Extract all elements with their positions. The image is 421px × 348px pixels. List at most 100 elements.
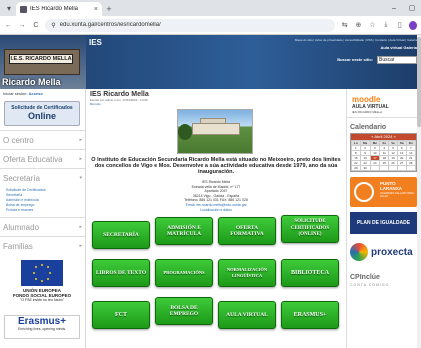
- cert-line2: Online: [27, 111, 56, 121]
- tab-title: IES Ricardo Mella: [30, 6, 79, 12]
- site-logo[interactable]: I.E.S. RICARDO MELLA Ricardo Mella: [0, 35, 86, 89]
- oferta-formativa-button[interactable]: OFERTA FORMATIVA: [218, 217, 276, 245]
- normalizacion-button[interactable]: NORMALIZACIÓN LINGÜÍSTICA: [218, 259, 276, 287]
- profile-avatar[interactable]: [409, 20, 418, 30]
- sidebar-item-label: Secretaría: [3, 173, 40, 183]
- photo-tree: [178, 124, 192, 140]
- fct-button[interactable]: FCT: [92, 301, 150, 329]
- sidebar-item-o-centro[interactable]: O centro ▸: [0, 130, 85, 149]
- cert-line1: Solicitude de Certificados: [11, 105, 73, 111]
- sidebar-item-label: Alumnado: [3, 222, 40, 232]
- webpage: I.E.S. RICARDO MELLA Ricardo Mella IES M…: [0, 35, 421, 348]
- translate-icon[interactable]: ⇆: [340, 21, 349, 29]
- chevron-right-icon: ▸: [79, 156, 82, 162]
- erasmus-banner[interactable]: Erasmus+ Enriching lives, opening minds.: [4, 315, 80, 339]
- intro-text: O Instituto de Educación Secundaria Rica…: [91, 157, 341, 175]
- zoom-icon[interactable]: ⊕: [354, 21, 363, 29]
- back-icon[interactable]: ←: [4, 22, 13, 29]
- libros-texto-button[interactable]: LIBROS DE TEXTO: [92, 259, 150, 287]
- sidebar-item-alumnado[interactable]: Alumnado ▸: [0, 217, 85, 236]
- calendar-heading: Calendario: [347, 117, 421, 133]
- logo-sign: I.E.S. RICARDO MELLA: [9, 54, 73, 64]
- blog-link[interactable]: Benvido: [87, 102, 345, 106]
- conta-comigo-label[interactable]: CONTA COMIGO: [347, 283, 421, 287]
- secretaria-submenu: Solicitude de Certificados Secretaría Ad…: [0, 187, 85, 217]
- maximize-icon[interactable]: ▢: [403, 4, 421, 12]
- contact-address: IES Ricardo Mella Estrada vella de Madri…: [137, 180, 295, 207]
- moodle-school: IES RICARDO MELLA: [352, 110, 383, 114]
- header-aula-links[interactable]: Aula virtual Galería: [381, 45, 417, 50]
- header-links[interactable]: Mapa do sitio | Aviso de privacidade | A…: [295, 38, 417, 42]
- punto-icon: [354, 182, 374, 202]
- calendar-week: 29 30: [351, 165, 417, 171]
- admision-matricula-button[interactable]: ADMISIÓN E MATRÍCULA: [155, 217, 213, 245]
- tab-active[interactable]: IES Ricardo Mella ×: [16, 2, 102, 16]
- browser-window: ▾ IES Ricardo Mella × + – ▢ ← → C ⚲ edu.…: [0, 0, 421, 348]
- proxecta-banner[interactable]: proxecta: [350, 240, 417, 264]
- sidepanel-icon[interactable]: ▯: [395, 21, 404, 29]
- calendar-day: [388, 165, 398, 171]
- punto-title: PUNTO LARANXA: [380, 181, 402, 191]
- url-field[interactable]: ⚲ edu.xunta.gal/centros/iesricardomella/: [45, 18, 336, 32]
- calendar-widget: « Abril 2024 » Lu Ma Mé Xo Ve Sá Do 1 2 3 4 5 6 7 8 9 10…: [350, 133, 417, 172]
- download-icon[interactable]: ⤓: [382, 21, 391, 29]
- scrollbar-thumb[interactable]: [417, 37, 421, 127]
- address-bar-row: ← → C ⚲ edu.xunta.gal/centros/iesricardo…: [0, 16, 421, 35]
- eu-fse-banner[interactable]: UNIÓN EUROPEA FONDO SOCIAL EUROPEO "O FS…: [4, 260, 80, 308]
- proxecta-logo-icon: [350, 243, 368, 261]
- secretaria-button[interactable]: SECRETARÍA: [92, 221, 150, 249]
- calendar-day: [369, 165, 381, 171]
- erasmus-title: Erasmus+: [17, 316, 67, 327]
- biblioteca-button[interactable]: BIBLIOTECA: [281, 259, 339, 287]
- proxecta-label: proxecta: [371, 246, 413, 258]
- programacions-button[interactable]: PROGRAMACIÓNS: [155, 259, 213, 287]
- sidebar-item-label: Familias: [3, 241, 33, 251]
- plan-igualdade-banner[interactable]: PLAN DE IGUALDADE: [350, 212, 417, 234]
- school-photo: [177, 109, 253, 154]
- calendar-day[interactable]: 30: [359, 165, 371, 171]
- logo-name: Ricardo Mella: [2, 77, 61, 87]
- punto-subtitle: UN ESPAZO CALLADO PARA FALAR: [380, 192, 414, 199]
- location-link[interactable]: Localización e datos: [137, 208, 295, 212]
- minimize-icon[interactable]: –: [385, 5, 403, 12]
- eu-flag-icon: [21, 260, 63, 286]
- tab-menu-icon[interactable]: ▾: [2, 2, 16, 16]
- moodle-banner[interactable]: moodle AULA VIRTUAL IES RICARDO MELLA: [352, 95, 414, 117]
- reload-icon[interactable]: C: [32, 22, 41, 29]
- chevron-right-icon: ▸: [79, 243, 82, 249]
- calendar-table: Lu Ma Mé Xo Ve Sá Do 1 2 3 4 5 6 7 8 9 10 11 12 13 14 15 16 17 1…: [351, 140, 417, 171]
- email-link[interactable]: Email: ies.ricardo.mella@edu.xunta.gal: [137, 203, 295, 208]
- sidebar-item-label: O centro: [3, 135, 34, 145]
- main-content: IES Ricardo Mella Escrito por admin o lu…: [87, 89, 345, 348]
- login-line: Iniciar sesión: Acceso: [0, 89, 85, 98]
- punto-laranxa-banner[interactable]: PUNTO LARANXA UN ESPAZO CALLADO PARA FAL…: [350, 177, 417, 207]
- calendar-day: [396, 165, 407, 171]
- erasmus-tagline: Enriching lives, opening minds.: [17, 327, 67, 331]
- certificates-online-button[interactable]: Solicitude de Certificados Online: [4, 101, 80, 126]
- solicitude-certificados-button[interactable]: SOLICITUDE CERTIFICADOS (ONLINE): [281, 215, 339, 243]
- window-controls: – ▢: [385, 0, 421, 16]
- site-title: IES: [89, 38, 102, 47]
- close-tab-icon[interactable]: ×: [94, 6, 98, 13]
- chevron-down-icon: ▾: [79, 175, 82, 181]
- sidebar-item-label: Oferta Educativa: [3, 154, 63, 164]
- calendar-day: [405, 165, 417, 171]
- calendar-day[interactable]: 29: [351, 165, 361, 171]
- search-input[interactable]: Buscar: [377, 56, 417, 64]
- url-text: edu.xunta.gal/centros/iesricardomella/: [59, 22, 161, 28]
- bolsa-emprego-button[interactable]: BOLSA DE EMPREGO: [155, 297, 213, 325]
- page-scrollbar[interactable]: [417, 35, 421, 348]
- sidebar-item-oferta-educativa[interactable]: Oferta Educativa ▸: [0, 149, 85, 168]
- new-tab-icon[interactable]: +: [102, 2, 116, 16]
- sidebar-item-familias[interactable]: Familias ▸: [0, 236, 85, 255]
- login-link[interactable]: Acceso: [29, 91, 43, 96]
- chevron-right-icon: ▸: [79, 224, 82, 230]
- chevron-right-icon: ▸: [79, 137, 82, 143]
- forward-icon[interactable]: →: [18, 22, 27, 29]
- erasmus-button[interactable]: ERASMUS+: [281, 301, 339, 329]
- aula-virtual-button[interactable]: AULA VIRTUAL: [218, 301, 276, 329]
- sidebar-item-secretaria[interactable]: Secretaría ▾: [0, 168, 85, 187]
- bookmark-star-icon[interactable]: ☆: [368, 21, 377, 29]
- site-info-icon[interactable]: ⚲: [51, 22, 55, 29]
- submenu-item[interactable]: Probas e exames: [6, 208, 82, 213]
